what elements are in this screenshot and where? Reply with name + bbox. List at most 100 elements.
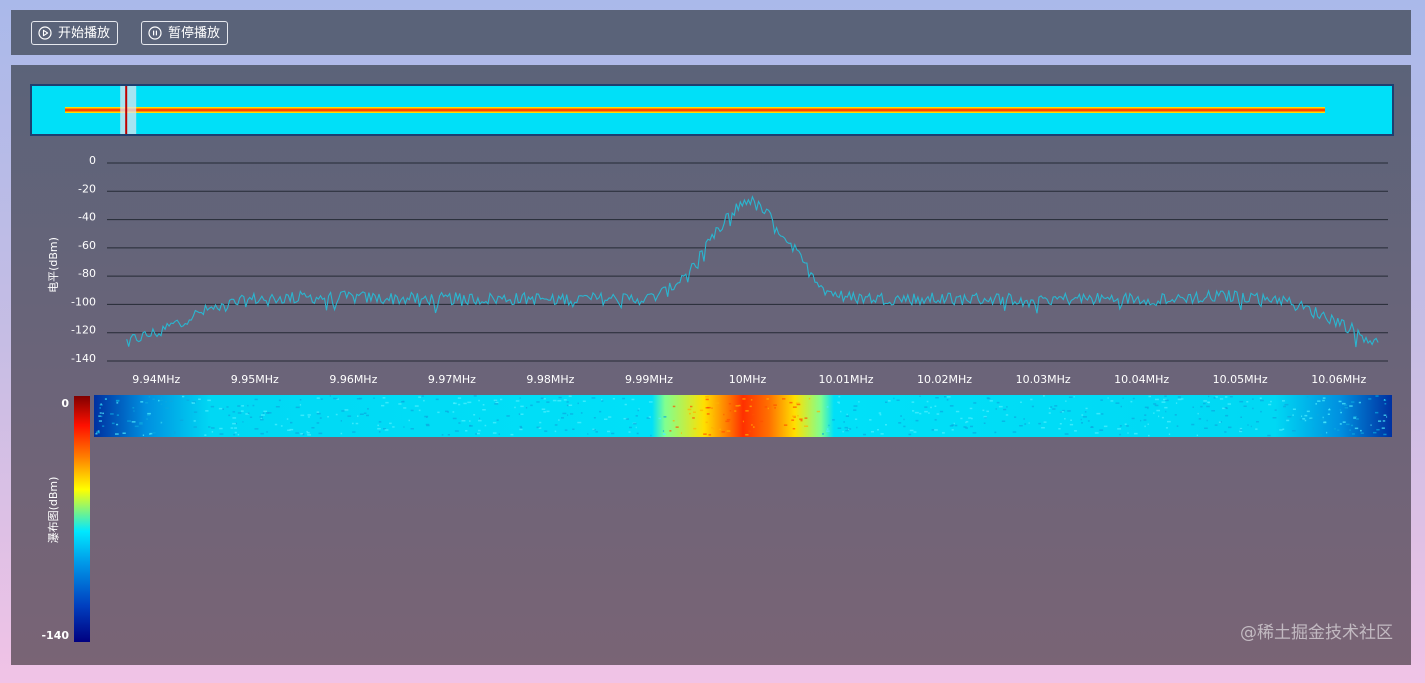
waterfall-noise-pixel	[1126, 425, 1129, 427]
waterfall-noise-pixel	[1304, 414, 1308, 417]
waterfall-noise-pixel	[149, 433, 151, 435]
waterfall-noise-pixel	[158, 399, 160, 402]
waterfall-noise-pixel	[792, 415, 794, 418]
waterfall-noise-pixel	[295, 406, 300, 409]
waterfall-noise-pixel	[1292, 408, 1296, 410]
waterfall-noise-pixel	[885, 424, 887, 426]
waterfall-noise-pixel	[160, 403, 163, 405]
waterfall-noise-pixel	[1073, 396, 1075, 398]
waterfall-noise-pixel	[898, 422, 902, 424]
waterfall-noise-pixel	[711, 407, 713, 409]
waterfall-noise-pixel	[838, 402, 840, 404]
waterfall-noise-pixel	[514, 406, 516, 409]
waterfall-noise-pixel	[1329, 408, 1330, 410]
waterfall-noise-pixel	[1240, 416, 1242, 418]
waterfall-noise-pixel	[1342, 421, 1346, 423]
waterfall-noise-pixel	[792, 406, 797, 408]
waterfall-noise-pixel	[568, 404, 573, 406]
waterfall-noise-pixel	[1292, 430, 1296, 432]
waterfall-noise-pixel	[554, 430, 557, 433]
pause-play-button[interactable]: 暂停播放	[141, 21, 229, 45]
y-tick-label: -140	[71, 352, 96, 365]
waterfall-noise-pixel	[879, 413, 882, 416]
y-tick-label: -20	[78, 182, 96, 195]
waterfall-noise-pixel	[373, 397, 375, 399]
waterfall-noise-pixel	[934, 419, 937, 421]
waterfall-noise-pixel	[558, 396, 562, 399]
waterfall-noise-pixel	[152, 398, 155, 400]
waterfall-noise-pixel	[1090, 426, 1094, 428]
waterfall-noise-pixel	[1132, 397, 1135, 400]
waterfall-noise-pixel	[612, 398, 615, 400]
x-tick-label: 10.04MHz	[1114, 373, 1169, 386]
waterfall-noise-pixel	[711, 427, 714, 429]
waterfall-noise-pixel	[648, 416, 651, 418]
waterfall-noise-pixel	[1064, 418, 1066, 420]
waterfall-noise-pixel	[854, 418, 858, 420]
waterfall-noise-pixel	[495, 401, 499, 404]
start-play-button[interactable]: 开始播放	[31, 21, 119, 45]
waterfall-noise-pixel	[408, 419, 410, 422]
waterfall-noise-pixel	[541, 408, 546, 410]
waterfall-noise-pixel	[707, 406, 711, 409]
waterfall-noise-pixel	[1239, 430, 1243, 433]
waterfall-noise-pixel	[1267, 434, 1271, 437]
waterfall-y-axis-label: 瀑布图(dBm)	[47, 477, 60, 544]
waterfall-noise-pixel	[766, 398, 769, 400]
waterfall-noise-pixel	[230, 427, 234, 429]
waterfall-noise-pixel	[1107, 397, 1109, 399]
waterfall-noise-pixel	[871, 431, 874, 433]
overview-position-marker[interactable]	[120, 86, 137, 134]
waterfall-noise-pixel	[1064, 433, 1069, 435]
waterfall-noise-pixel	[165, 407, 170, 409]
waterfall-noise-pixel	[1350, 401, 1355, 403]
waterfall-noise-pixel	[1320, 419, 1324, 421]
waterfall-noise-pixel	[791, 419, 795, 421]
waterfall-noise-pixel	[191, 402, 195, 404]
waterfall-noise-pixel	[458, 422, 461, 424]
waterfall-noise-pixel	[1006, 406, 1008, 408]
waterfall-noise-pixel	[478, 429, 481, 432]
waterfall-noise-pixel	[735, 405, 739, 407]
spectrum-chart: 0 -20 -40 -60 -80 -100 -120 -140 9.94MHz 9.95MHz…	[30, 84, 1394, 642]
waterfall-noise-pixel	[116, 414, 119, 416]
waterfall-noise-pixel	[540, 397, 544, 399]
waterfall-noise-pixel	[1203, 402, 1206, 405]
waterfall-noise-pixel	[928, 412, 930, 414]
waterfall-noise-pixel	[99, 412, 102, 414]
waterfall-noise-pixel	[458, 403, 461, 406]
waterfall-noise-pixel	[355, 422, 359, 425]
waterfall-noise-pixel	[914, 411, 919, 414]
waterfall-noise-pixel	[140, 401, 144, 403]
waterfall-noise-pixel	[97, 430, 100, 432]
watermark-text: @稀土掘金技术社区	[1240, 623, 1393, 643]
waterfall-noise-pixel	[421, 395, 424, 397]
waterfall-noise-pixel	[352, 422, 354, 425]
waterfall-noise-pixel	[1250, 425, 1252, 428]
waterfall-noise-pixel	[593, 417, 596, 419]
waterfall-noise-pixel	[492, 421, 497, 424]
waterfall-noise-pixel	[402, 400, 405, 403]
spectrum-x-ticks: 9.94MHz 9.95MHz 9.96MHz 9.97MHz 9.98MHz 9.99M…	[132, 373, 1366, 386]
waterfall-noise-pixel	[878, 412, 882, 414]
waterfall-noise-pixel	[663, 433, 666, 436]
waterfall-noise-pixel	[286, 418, 289, 420]
waterfall-noise-pixel	[1260, 399, 1264, 402]
waterfall-noise-pixel	[159, 421, 162, 423]
waterfall-noise-pixel	[1322, 416, 1324, 419]
waterfall-noise-pixel	[260, 432, 264, 435]
waterfall-noise-pixel	[749, 405, 752, 408]
waterfall-noise-pixel	[1384, 399, 1386, 401]
waterfall-noise-pixel	[1344, 407, 1349, 409]
waterfall-noise-pixel	[520, 405, 524, 408]
waterfall-noise-pixel	[1304, 419, 1307, 422]
waterfall-noise-pixel	[1043, 421, 1047, 423]
waterfall-noise-pixel	[1168, 433, 1171, 435]
waterfall-noise-pixel	[745, 434, 749, 436]
waterfall-noise-pixel	[299, 399, 302, 401]
waterfall-noise-pixel	[232, 411, 236, 413]
waterfall-noise-pixel	[316, 412, 321, 415]
spectrum-y-axis-label: 电平(dBm)	[47, 237, 60, 293]
waterfall-noise-pixel	[611, 432, 615, 435]
waterfall-noise-pixel	[290, 421, 293, 424]
